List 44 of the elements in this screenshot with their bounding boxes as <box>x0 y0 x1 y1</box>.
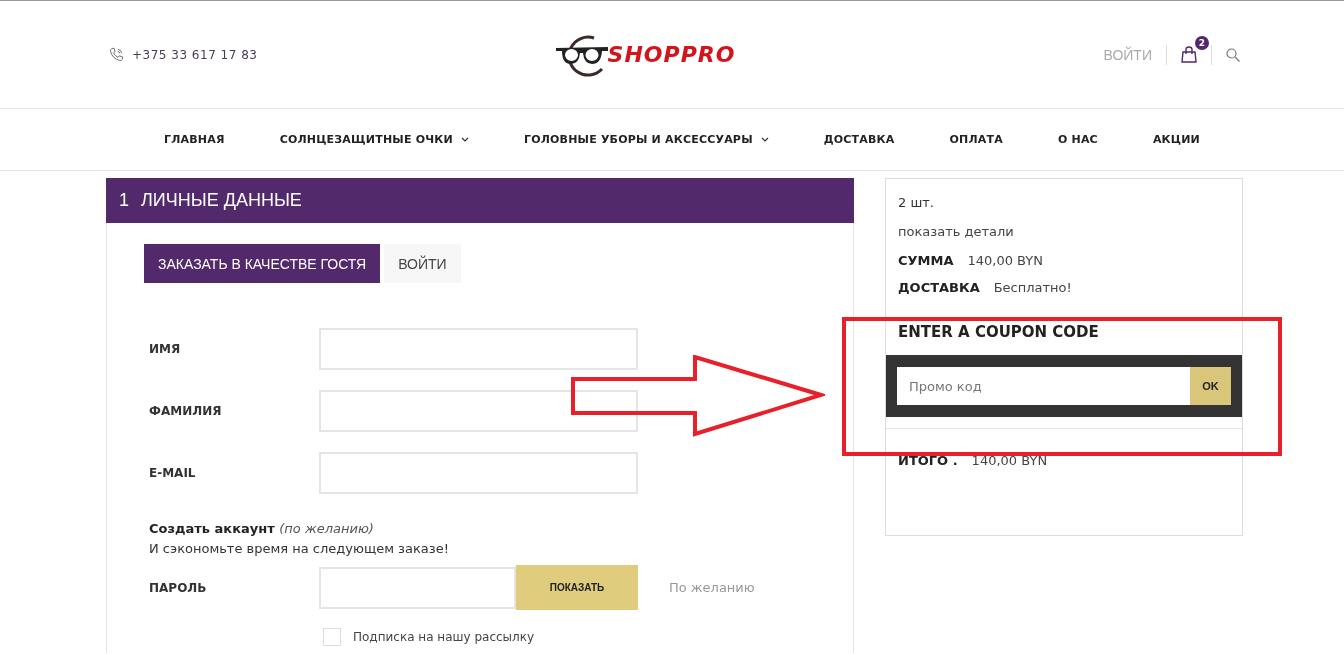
coupon-field[interactable]: Промо код <box>897 367 1190 405</box>
apply-coupon-button[interactable]: OK <box>1190 367 1231 405</box>
create-account-title: Создать аккаунт (по желанию) <box>149 521 375 536</box>
password-field[interactable] <box>319 566 516 609</box>
nav-link[interactable]: АКЦИИ <box>1152 133 1200 146</box>
nav-link[interactable]: О НАС <box>1057 133 1098 146</box>
phone-number[interactable]: +375 33 617 17 83 <box>132 47 258 62</box>
coupon-title: ENTER A COUPON CODE <box>898 323 1100 341</box>
nav-link[interactable]: ГОЛОВНЫЕ УБОРЫ И АКСЕССУАРЫ <box>523 133 769 146</box>
summary-value: 140,00 BYN <box>967 253 1043 268</box>
chevron-down-icon <box>460 137 469 142</box>
phone-icon <box>109 47 124 62</box>
step-number: 1 <box>119 190 129 211</box>
input-field[interactable] <box>319 452 638 494</box>
shopping-bag-icon[interactable] <box>1181 46 1197 63</box>
create-account-subtitle: И сэкономьте время на следующем заказе! <box>149 541 450 556</box>
field-label: ПАРОЛЬ <box>148 580 208 595</box>
chevron-down-icon <box>760 137 769 142</box>
total-value: 140,00 BYN <box>971 453 1048 468</box>
search-icon[interactable] <box>1226 47 1240 62</box>
nav-link[interactable]: ДОСТАВКА <box>823 133 895 146</box>
summary-value: Бесплатно! <box>993 280 1072 295</box>
optional-hint: По желанию <box>669 580 755 595</box>
field-label: ИМЯ <box>148 342 182 356</box>
logo-text[interactable]: SHOPPRO <box>607 42 736 67</box>
show-details-link[interactable]: показать детали <box>898 224 1230 239</box>
nav-link[interactable]: ГЛАВНАЯ <box>164 133 225 146</box>
summary-label: ДОСТАВКА <box>898 280 980 295</box>
item-count: 2 шт. <box>898 195 935 210</box>
field-label: ФАМИЛИЯ <box>148 404 223 418</box>
cart-count-badge: 2 <box>1195 36 1209 50</box>
field-label: E-MAIL <box>148 466 197 480</box>
show-password-button[interactable]: ПОКАЗАТЬ <box>516 565 638 610</box>
newsletter-label: Подписка на нашу рассылку <box>353 630 535 644</box>
tab[interactable]: ЗАКАЗАТЬ В КАЧЕСТВЕ ГОСТЯ <box>144 244 381 283</box>
nav-link[interactable]: ОПЛАТА <box>949 133 1003 146</box>
nav-link[interactable]: СОЛНЦЕЗАЩИТНЫЕ ОЧКИ <box>279 133 469 146</box>
input-field[interactable] <box>319 390 638 432</box>
tab[interactable]: ВОЙТИ <box>384 244 461 283</box>
summary-label: СУММА <box>898 253 954 268</box>
input-field[interactable] <box>319 328 638 370</box>
checkbox[interactable] <box>323 628 341 646</box>
section-title: ЛИЧНЫЕ ДАННЫЕ <box>141 190 302 211</box>
total-label: ИТОГО . <box>898 453 958 468</box>
